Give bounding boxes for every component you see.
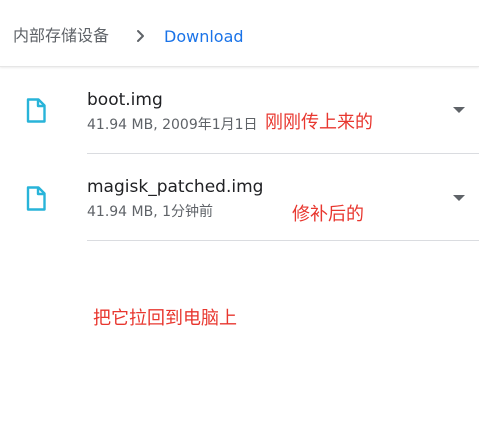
file-meta: 41.94 MB, 2009年1月1日 (87, 117, 258, 133)
breadcrumb: 内部存储设备 Download (0, 0, 479, 67)
dropdown-arrow-icon[interactable] (452, 106, 466, 114)
file-icon (26, 186, 46, 211)
annotation-instruction: 把它拉回到电脑上 (93, 308, 237, 329)
chevron-right-icon (137, 30, 144, 42)
dropdown-arrow-icon[interactable] (452, 194, 466, 202)
file-browser: 内部存储设备 Download boot.img 41.94 MB, 2009年… (0, 0, 479, 435)
breadcrumb-current[interactable]: Download (164, 27, 244, 47)
file-name: boot.img (87, 90, 163, 110)
breadcrumb-root[interactable]: 内部存储设备 (13, 26, 109, 46)
file-icon (26, 98, 46, 123)
annotation-patched-note: 修补后的 (292, 204, 364, 225)
file-row-boot[interactable]: boot.img 41.94 MB, 2009年1月1日 (0, 67, 479, 154)
file-row-magisk[interactable]: magisk_patched.img 41.94 MB, 1分钟前 (0, 154, 479, 241)
file-meta: 41.94 MB, 1分钟前 (87, 204, 214, 220)
divider (87, 240, 479, 241)
annotation-boot-note: 刚刚传上来的 (265, 112, 373, 133)
file-name: magisk_patched.img (87, 177, 264, 197)
